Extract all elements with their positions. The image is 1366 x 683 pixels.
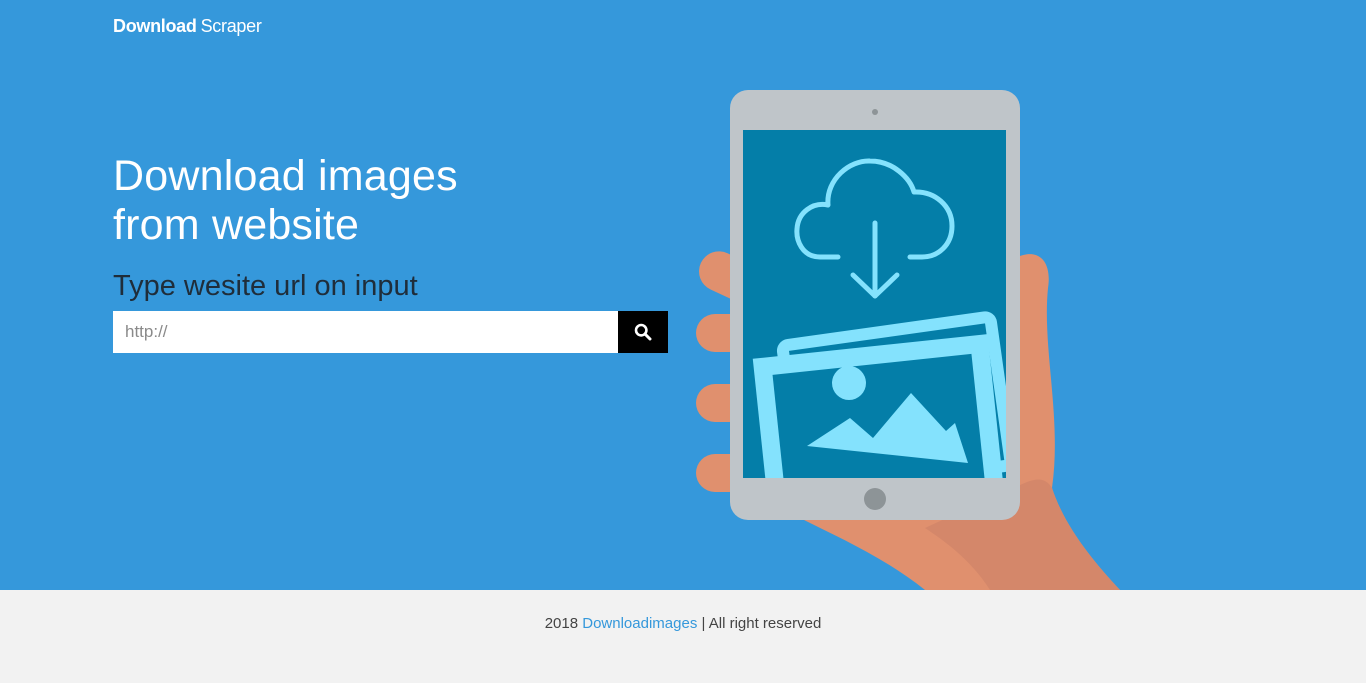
- page-title-line-1: Download images: [113, 152, 458, 200]
- tablet-illustration: [696, 90, 1120, 590]
- search-button[interactable]: [618, 311, 668, 353]
- url-input[interactable]: [113, 311, 618, 353]
- search-icon: [634, 323, 652, 341]
- footer-rights: | All right reserved: [701, 615, 822, 632]
- brand-logo-light: Scraper: [200, 16, 262, 36]
- footer-text: 2018 Downloadimages | All right reserved: [0, 615, 1366, 632]
- footer-year: 2018: [544, 615, 579, 632]
- brand-logo-bold: Download: [113, 16, 197, 36]
- footer-link[interactable]: Downloadimages: [582, 615, 697, 632]
- tablet-home-button: [864, 488, 886, 510]
- hero-section: Download Scraper Download images from web…: [0, 0, 1366, 590]
- brand-logo[interactable]: Download Scraper: [113, 14, 262, 38]
- page-title: Download images from website: [113, 152, 458, 250]
- page-title-line-2: from website: [113, 201, 360, 249]
- footer: 2018 Downloadimages | All right reserved: [0, 590, 1366, 683]
- url-search-form: [113, 311, 668, 353]
- page-subtitle: Type wesite url on input: [113, 270, 418, 302]
